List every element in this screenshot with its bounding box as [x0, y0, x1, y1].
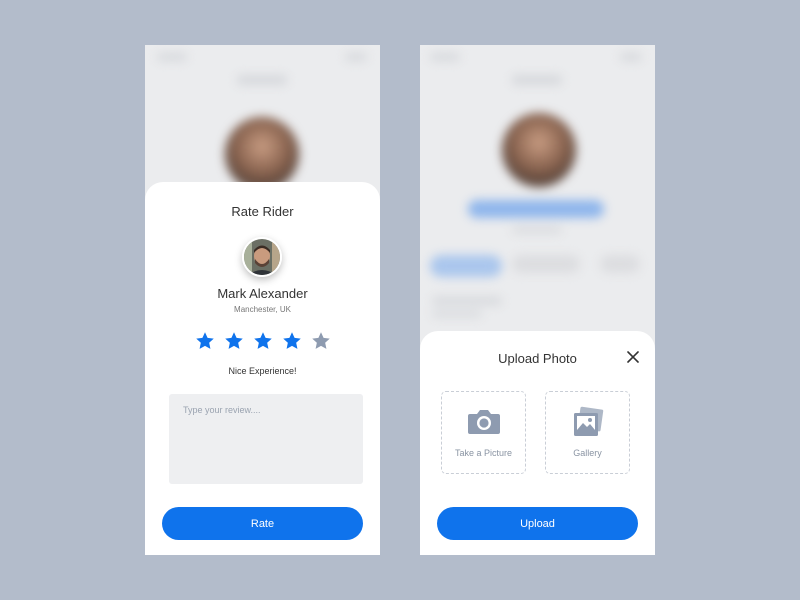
review-input[interactable] [169, 394, 363, 484]
gallery-option[interactable]: Gallery [545, 391, 630, 474]
upload-button[interactable]: Upload [437, 507, 638, 540]
star-empty-icon[interactable] [311, 331, 331, 351]
upload-photo-screen: Upload Photo Take a Picture Gallery Uplo… [420, 45, 655, 555]
camera-icon [442, 407, 525, 440]
star-rating[interactable] [195, 331, 331, 351]
star-filled-icon[interactable] [282, 331, 302, 351]
star-filled-icon[interactable] [224, 331, 244, 351]
option-label: Take a Picture [454, 448, 513, 458]
rate-rider-sheet: Rate Rider Mark Alexander Manchester, UK… [145, 182, 380, 555]
avatar [242, 237, 282, 277]
star-filled-icon[interactable] [195, 331, 215, 351]
rate-button[interactable]: Rate [162, 507, 363, 540]
sheet-title: Rate Rider [231, 204, 294, 219]
sheet-title: Upload Photo [498, 351, 577, 366]
rider-location: Manchester, UK [234, 305, 291, 314]
star-filled-icon[interactable] [253, 331, 273, 351]
gallery-icon [546, 405, 629, 444]
upload-photo-sheet: Upload Photo Take a Picture Gallery Uplo… [420, 331, 655, 555]
close-icon[interactable] [625, 349, 641, 365]
rating-description: Nice Experience! [228, 366, 297, 376]
take-picture-option[interactable]: Take a Picture [441, 391, 526, 474]
option-label: Gallery [573, 448, 602, 458]
rider-name: Mark Alexander [217, 286, 308, 301]
rate-rider-screen: Rate Rider Mark Alexander Manchester, UK… [145, 45, 380, 555]
